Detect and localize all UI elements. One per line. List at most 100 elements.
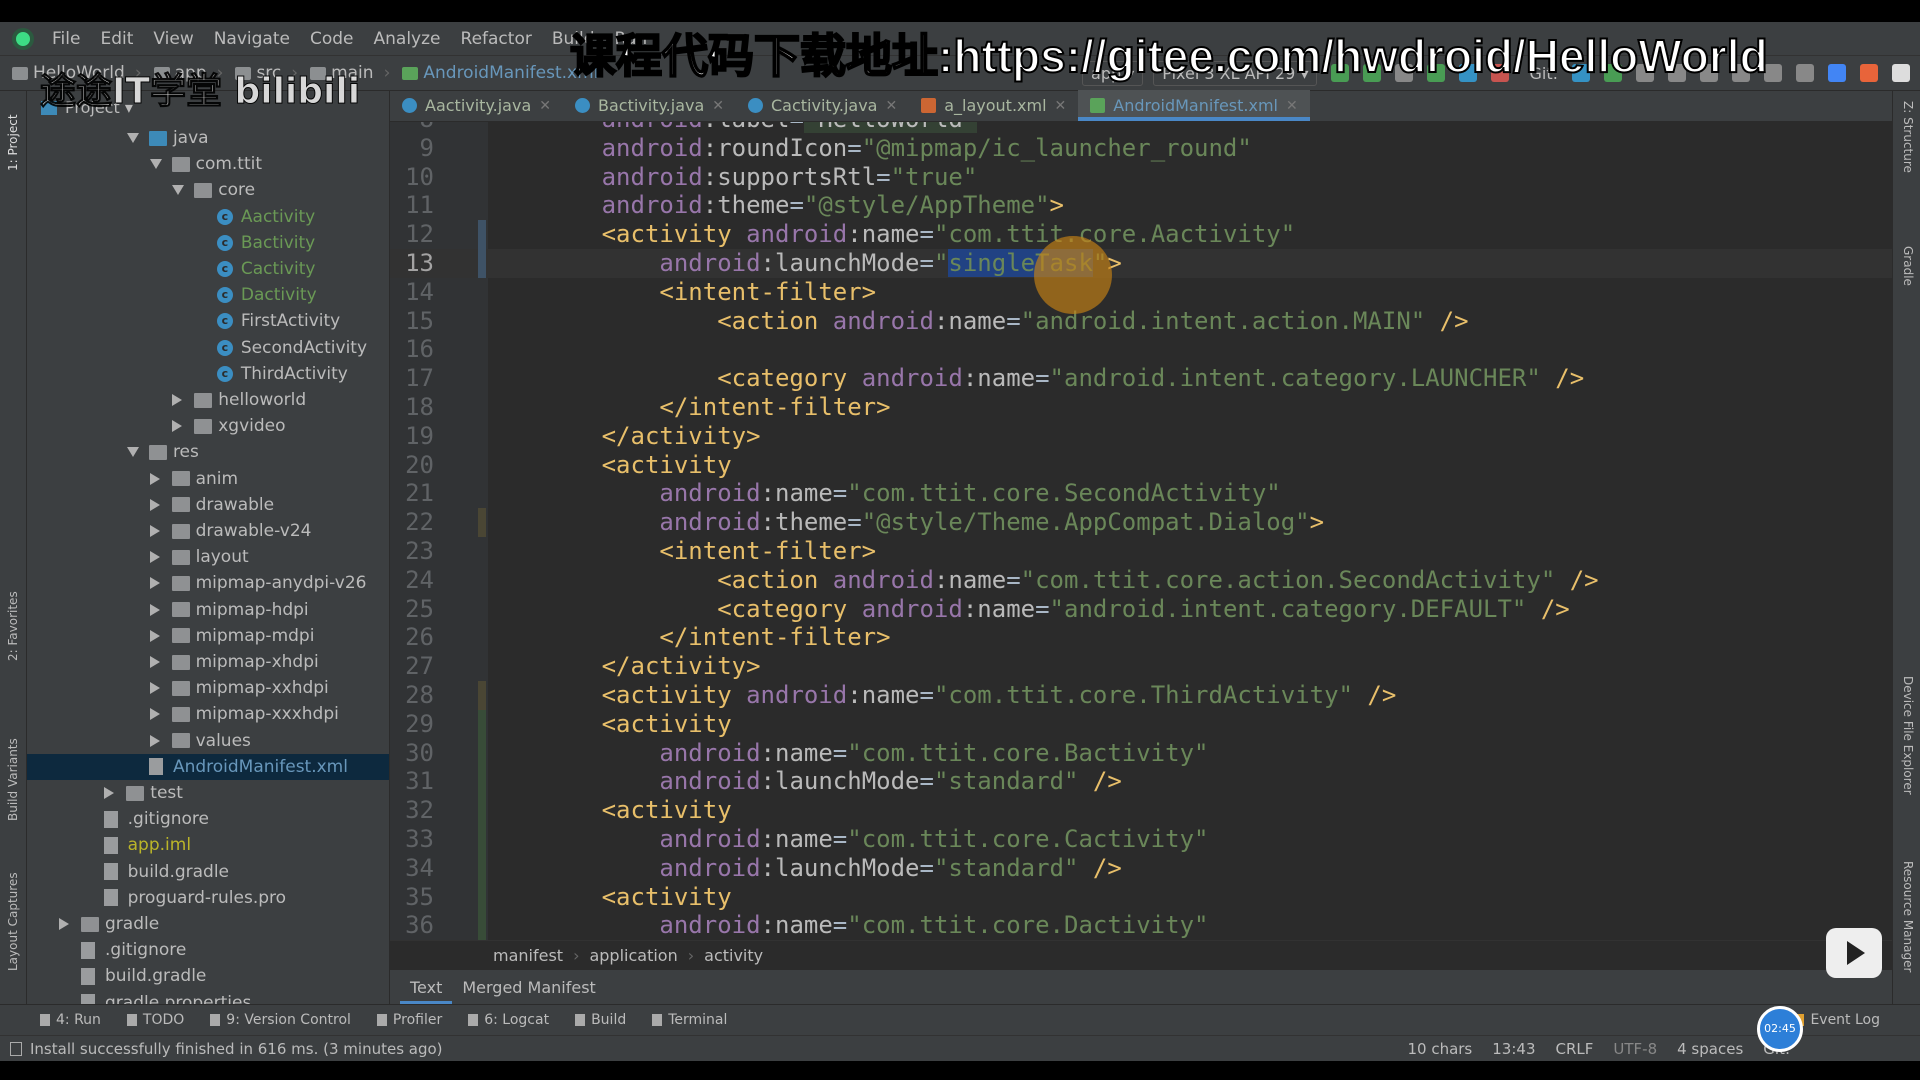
tool-gradle[interactable]: Gradle — [1901, 246, 1915, 286]
code-text[interactable]: android:name="com.ttit.core.Cactivity" — [486, 825, 1208, 854]
code-text[interactable]: <activity — [486, 451, 732, 480]
video-play-icon[interactable] — [1826, 928, 1882, 978]
search-icon[interactable] — [1796, 64, 1814, 82]
menu-file[interactable]: File — [52, 29, 80, 49]
tool-run[interactable]: 4: Run — [40, 1012, 101, 1028]
tool-logcat[interactable]: 6: Logcat — [468, 1012, 549, 1028]
code-text[interactable]: android:roundIcon="@mipmap/ic_launcher_r… — [486, 134, 1252, 163]
menu-code[interactable]: Code — [310, 29, 354, 49]
code-line[interactable]: 19 </activity> — [390, 422, 1892, 451]
menu-refactor[interactable]: Refactor — [461, 29, 532, 49]
editor-tab[interactable]: Aactivity.java ✕ — [390, 90, 563, 121]
tree-item[interactable]: build.gradle — [27, 859, 389, 885]
tree-item[interactable]: c SecondActivity — [27, 335, 389, 361]
code-editor[interactable]: 8 android:label="HelloWorld"9 android:ro… — [390, 122, 1892, 940]
code-line[interactable]: 24 <action android:name="com.ttit.core.a… — [390, 566, 1892, 595]
tool-device-file-explorer[interactable]: Device File Explorer — [1901, 676, 1915, 795]
collapsed-arrow-icon[interactable] — [149, 525, 160, 537]
collapsed-arrow-icon[interactable] — [149, 472, 160, 485]
tree-item[interactable]: drawable — [27, 492, 389, 518]
code-line[interactable]: 23 <intent-filter> — [390, 537, 1892, 566]
breadcrumb-application[interactable]: application — [589, 946, 677, 965]
tree-item[interactable]: test — [27, 780, 389, 806]
tree-item[interactable]: AndroidManifest.xml — [27, 753, 389, 780]
code-text[interactable]: android:label="HelloWorld" — [486, 122, 978, 134]
translate-icon[interactable] — [1828, 64, 1846, 82]
close-tab-icon[interactable]: ✕ — [1286, 98, 1298, 114]
code-text[interactable]: </intent-filter> — [486, 393, 890, 422]
editor-tab[interactable]: AndroidManifest.xml ✕ — [1078, 90, 1311, 121]
tree-item[interactable]: .gitignore — [27, 937, 389, 963]
tree-item[interactable]: gradle.properties — [27, 990, 389, 1004]
collapsed-arrow-icon[interactable] — [149, 734, 160, 747]
expanded-arrow-icon[interactable] — [126, 447, 139, 458]
tree-item[interactable]: .gitignore — [27, 806, 389, 832]
code-text[interactable]: <category android:name="android.intent.c… — [486, 364, 1584, 393]
status-line-separator[interactable]: CRLF — [1556, 1040, 1594, 1058]
code-line[interactable]: 36 android:name="com.ttit.core.Dactivity… — [390, 911, 1892, 940]
tool-event-log[interactable]: Event Log — [1794, 1012, 1880, 1028]
collapsed-arrow-icon[interactable] — [149, 498, 160, 511]
tree-item[interactable]: mipmap-xxxhdpi — [27, 701, 389, 727]
tree-item[interactable]: c Cactivity — [27, 256, 389, 282]
editor-tab[interactable]: Bactivity.java ✕ — [563, 90, 736, 121]
collapsed-arrow-icon[interactable] — [104, 787, 115, 799]
code-text[interactable]: <category android:name="android.intent.c… — [486, 595, 1570, 624]
tool-terminal[interactable]: Terminal — [652, 1012, 727, 1028]
tree-item[interactable]: mipmap-xhdpi — [27, 649, 389, 675]
collapsed-arrow-icon[interactable] — [149, 603, 160, 616]
code-text[interactable]: android:theme="@style/AppTheme"> — [486, 191, 1064, 220]
code-text[interactable]: </activity> — [486, 422, 761, 451]
code-line[interactable]: 28 <activity android:name="com.ttit.core… — [390, 681, 1892, 710]
expanded-arrow-icon[interactable] — [149, 159, 162, 170]
code-line[interactable]: 9 android:roundIcon="@mipmap/ic_launcher… — [390, 134, 1892, 163]
tree-item[interactable]: c FirstActivity — [27, 308, 389, 334]
tree-item[interactable]: gradle — [27, 911, 389, 937]
tool-profiler[interactable]: Profiler — [376, 1012, 442, 1028]
collapsed-arrow-icon[interactable] — [149, 656, 160, 668]
tool-build[interactable]: Build — [575, 1012, 626, 1028]
code-text[interactable]: android:name="com.ttit.core.Bactivity" — [486, 739, 1208, 768]
tree-item[interactable]: c Aactivity — [27, 204, 389, 230]
menu-navigate[interactable]: Navigate — [214, 29, 290, 49]
collapsed-arrow-icon[interactable] — [149, 577, 160, 590]
code-text[interactable]: <intent-filter> — [486, 537, 876, 566]
code-line[interactable]: 33 android:name="com.ttit.core.Cactivity… — [390, 825, 1892, 854]
code-text[interactable]: <activity android:name="com.ttit.core.Th… — [486, 681, 1397, 710]
collapsed-arrow-icon[interactable] — [149, 682, 160, 695]
tree-item[interactable]: com.ttit — [27, 151, 389, 177]
translate-alt-icon[interactable] — [1860, 64, 1878, 82]
tool-structure[interactable]: Z: Structure — [1901, 101, 1915, 173]
tree-item[interactable]: mipmap-anydpi-v26 — [27, 570, 389, 596]
code-line[interactable]: 22 android:theme="@style/Theme.AppCompat… — [390, 508, 1892, 537]
tree-item[interactable]: c Bactivity — [27, 230, 389, 256]
code-line[interactable]: 21 android:name="com.ttit.core.SecondAct… — [390, 479, 1892, 508]
tree-item[interactable]: app.iml — [27, 832, 389, 858]
tree-item[interactable]: c ThirdActivity — [27, 361, 389, 387]
code-line[interactable]: 34 android:launchMode="standard" /> — [390, 853, 1892, 883]
status-message[interactable]: Install successfully finished in 616 ms.… — [30, 1040, 443, 1058]
close-tab-icon[interactable]: ✕ — [712, 98, 724, 114]
tree-item[interactable]: drawable-v24 — [27, 518, 389, 544]
tree-item[interactable]: mipmap-hdpi — [27, 597, 389, 623]
code-line[interactable]: 18 </intent-filter> — [390, 393, 1892, 422]
tree-item[interactable]: xgvideo — [27, 413, 389, 439]
tree-item[interactable]: anim — [27, 466, 389, 492]
close-tab-icon[interactable]: ✕ — [539, 98, 551, 114]
code-line[interactable]: 17 <category android:name="android.inten… — [390, 364, 1892, 393]
status-indent[interactable]: 4 spaces — [1677, 1040, 1743, 1058]
code-text[interactable]: <activity — [486, 710, 732, 739]
status-toggle-icon[interactable] — [10, 1041, 22, 1056]
tree-item[interactable]: c Dactivity — [27, 282, 389, 308]
code-line[interactable]: 29 <activity — [390, 709, 1892, 739]
tree-item[interactable]: proguard-rules.pro — [27, 885, 389, 911]
tool-layout-captures[interactable]: Layout Captures — [6, 872, 20, 971]
code-line[interactable]: 13 android:launchMode="singleTask"> — [390, 249, 1892, 278]
tool-build-variants[interactable]: Build Variants — [6, 738, 20, 821]
expanded-arrow-icon[interactable] — [126, 133, 139, 143]
close-tab-icon[interactable]: ✕ — [1055, 98, 1067, 114]
tool-project[interactable]: 1: Project — [6, 114, 20, 171]
breadcrumb-activity[interactable]: activity — [704, 946, 763, 965]
code-line[interactable]: 11 android:theme="@style/AppTheme"> — [390, 191, 1892, 220]
close-tab-icon[interactable]: ✕ — [885, 98, 897, 114]
